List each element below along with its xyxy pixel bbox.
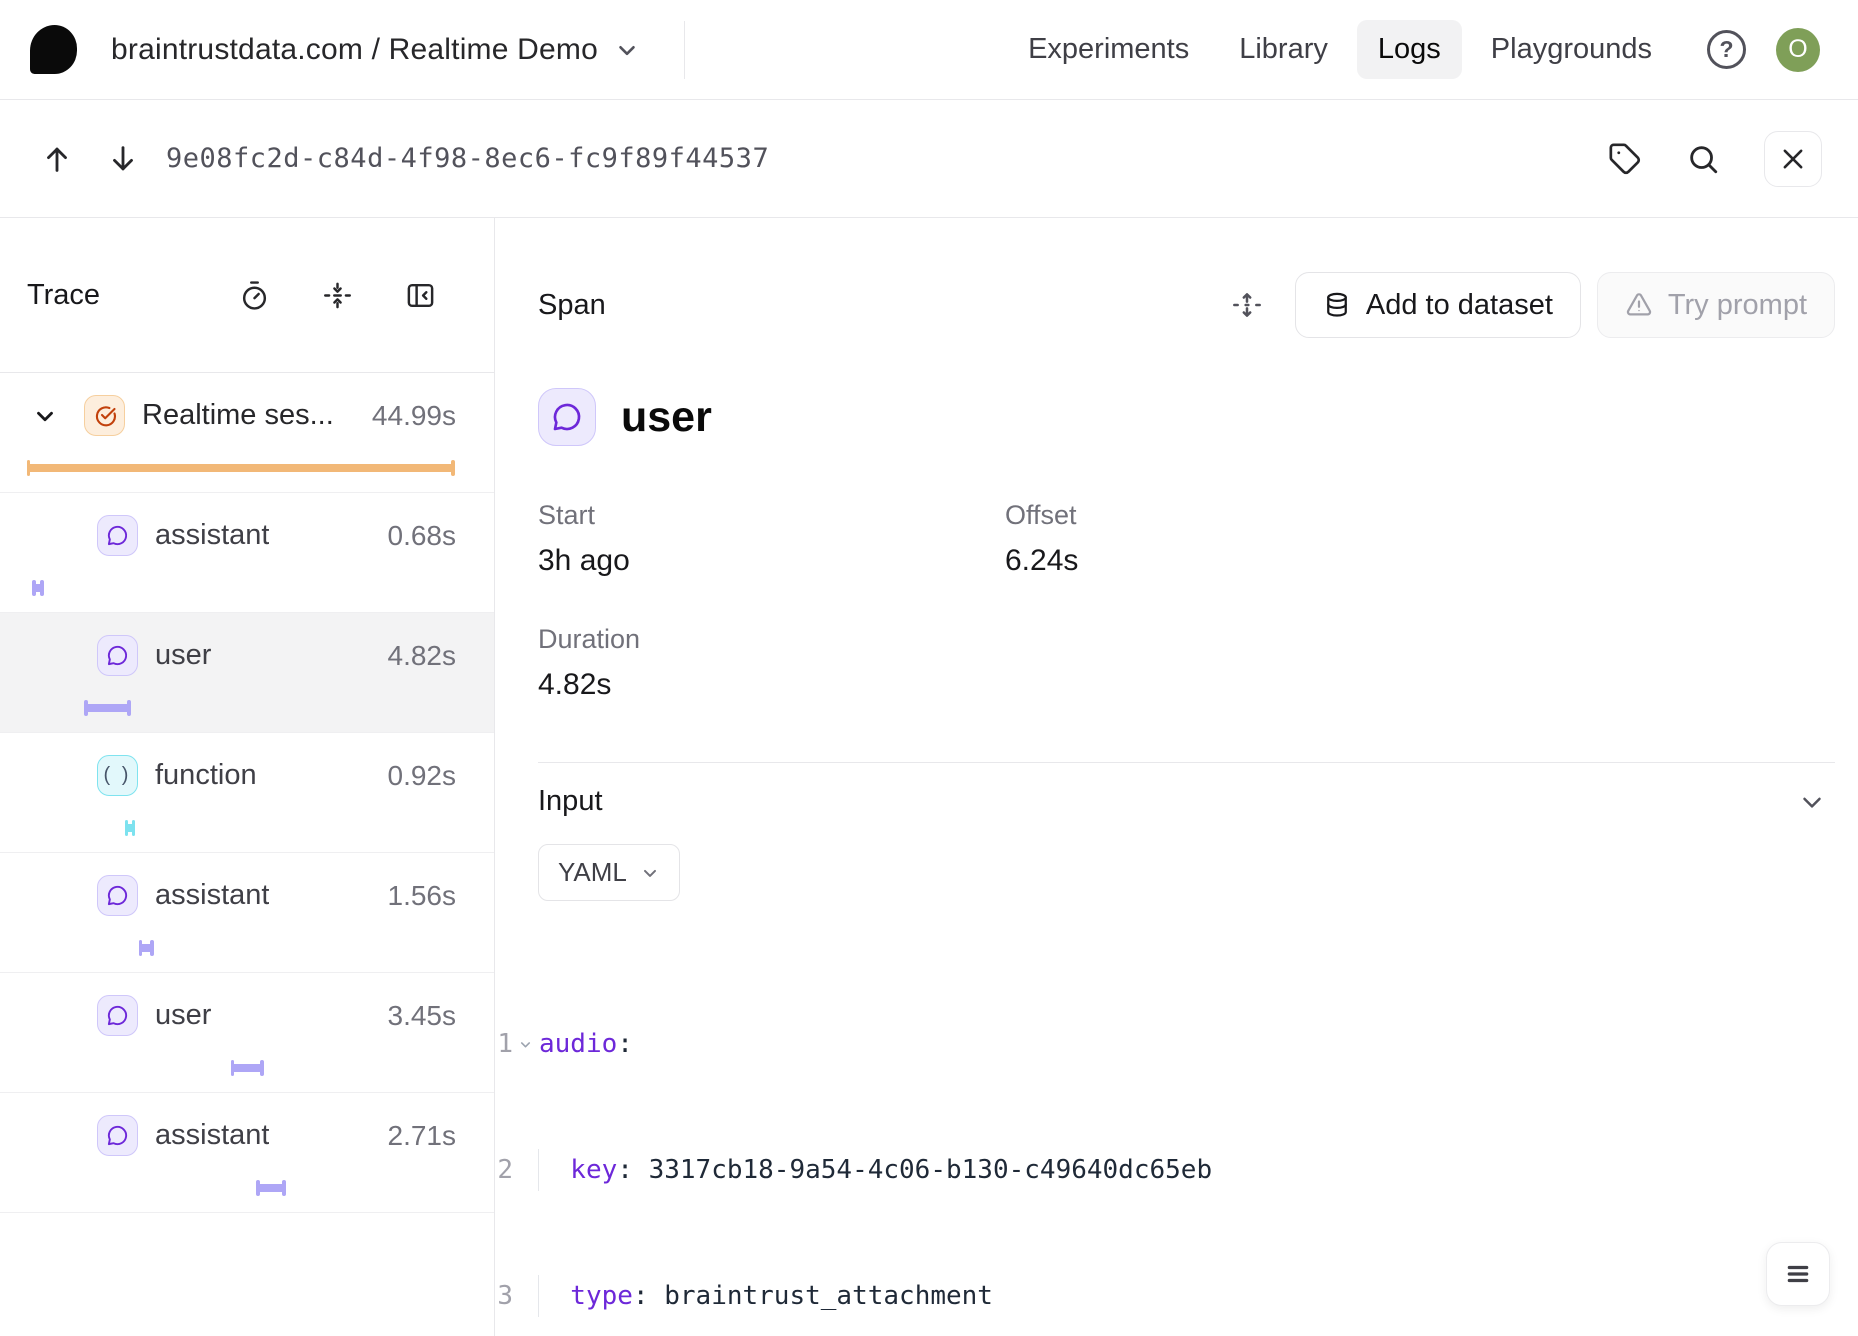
fold-vertical-icon[interactable] [322,280,353,311]
nav-item-library[interactable]: Library [1218,20,1349,79]
timeline-bar [140,944,153,952]
chat-bubble-icon [97,635,138,676]
search-icon[interactable] [1686,142,1720,176]
database-icon [1323,291,1351,319]
help-icon[interactable]: ? [1707,30,1746,69]
warning-triangle-icon [1625,291,1653,319]
yaml-code-block[interactable]: 1 audio: 2 key: 3317cb18-9a54-4c06-b130-… [495,939,1835,1336]
span-name: user [621,393,712,442]
trace-row-user[interactable]: user 4.82s [0,613,494,733]
code-line: 2 key: 3317cb18-9a54-4c06-b130-c49640dc6… [495,1149,1835,1191]
chat-bubble-icon [97,995,138,1036]
trace-row-user[interactable]: user 3.45s [0,973,494,1093]
avatar[interactable]: O [1776,28,1820,72]
try-prompt-button[interactable]: Try prompt [1597,272,1835,338]
resize-vertical-icon[interactable] [1231,289,1263,321]
app-window: braintrustdata.com / Realtime Demo Exper… [0,0,1858,1336]
chevron-down-icon[interactable] [32,403,58,429]
trace-row-assistant[interactable]: assistant 0.68s [0,493,494,613]
section-divider [538,762,1835,763]
nav-item-playgrounds[interactable]: Playgrounds [1470,20,1673,79]
timeline-bar [85,704,130,712]
span-panel: Span Add to dataset [495,218,1858,1336]
breadcrumb-chevron-down-icon[interactable] [614,37,640,63]
breadcrumb[interactable]: braintrustdata.com / Realtime Demo [111,33,598,67]
field-start: Start 3h ago [538,500,1005,578]
trace-row-function[interactable]: ( ) function 0.92s [0,733,494,853]
panel-collapse-icon[interactable] [405,280,436,311]
trace-panel: Trace [0,218,495,1336]
trace-toolbar: 9e08fc2d-c84d-4f98-8ec6-fc9f89f44537 [0,100,1858,218]
tag-icon[interactable] [1608,142,1642,176]
code-line: 1 audio: [495,1023,1835,1065]
code-line: 3 type: braintrust_attachment [495,1275,1835,1317]
chat-bubble-icon [97,875,138,916]
trace-row-assistant[interactable]: assistant 2.71s [0,1093,494,1213]
trace-panel-header: Trace [0,218,494,373]
prev-trace-arrow-up-icon[interactable] [40,142,74,176]
field-offset: Offset 6.24s [1005,500,1835,578]
timeline-bar [28,464,454,472]
chat-bubble-icon [97,1115,138,1156]
collapse-chevron-down-icon[interactable] [1797,787,1827,817]
function-parentheses-icon: ( ) [97,755,138,796]
next-trace-arrow-down-icon[interactable] [106,142,140,176]
trace-id: 9e08fc2d-c84d-4f98-8ec6-fc9f89f44537 [166,143,769,174]
span-panel-title: Span [538,289,606,322]
timeline-bar [257,1184,284,1192]
timeline-bar [33,584,43,592]
timeline-bar [126,824,134,832]
trace-row-realtime-session[interactable]: Realtime ses... 44.99s [0,373,494,493]
input-section-header[interactable]: Input [538,785,1835,818]
nav-items: Experiments Library Logs Playgrounds [1007,20,1673,79]
span-fields: Start 3h ago Offset 6.24s Duration 4.82s [538,500,1835,702]
nav-item-logs[interactable]: Logs [1357,20,1462,79]
top-nav: braintrustdata.com / Realtime Demo Exper… [0,0,1858,100]
timeline-bar [232,1064,263,1072]
format-select[interactable]: YAML [538,844,680,901]
input-section-title: Input [538,785,603,818]
chat-bubble-icon [97,515,138,556]
trace-panel-title: Trace [27,279,100,312]
trace-row-assistant[interactable]: assistant 1.56s [0,853,494,973]
fold-chevron-icon[interactable] [513,1023,538,1052]
session-check-icon [84,395,125,436]
field-duration: Duration 4.82s [538,624,1005,702]
chevron-down-icon [640,863,660,883]
chat-bubble-icon [538,388,596,446]
close-icon[interactable] [1764,131,1822,187]
nav-item-experiments[interactable]: Experiments [1007,20,1210,79]
braintrust-logo-icon [30,25,77,74]
menu-hamburger-icon[interactable] [1766,1242,1830,1306]
nav-divider [684,21,685,79]
timer-icon[interactable] [239,280,270,311]
add-to-dataset-button[interactable]: Add to dataset [1295,272,1581,338]
